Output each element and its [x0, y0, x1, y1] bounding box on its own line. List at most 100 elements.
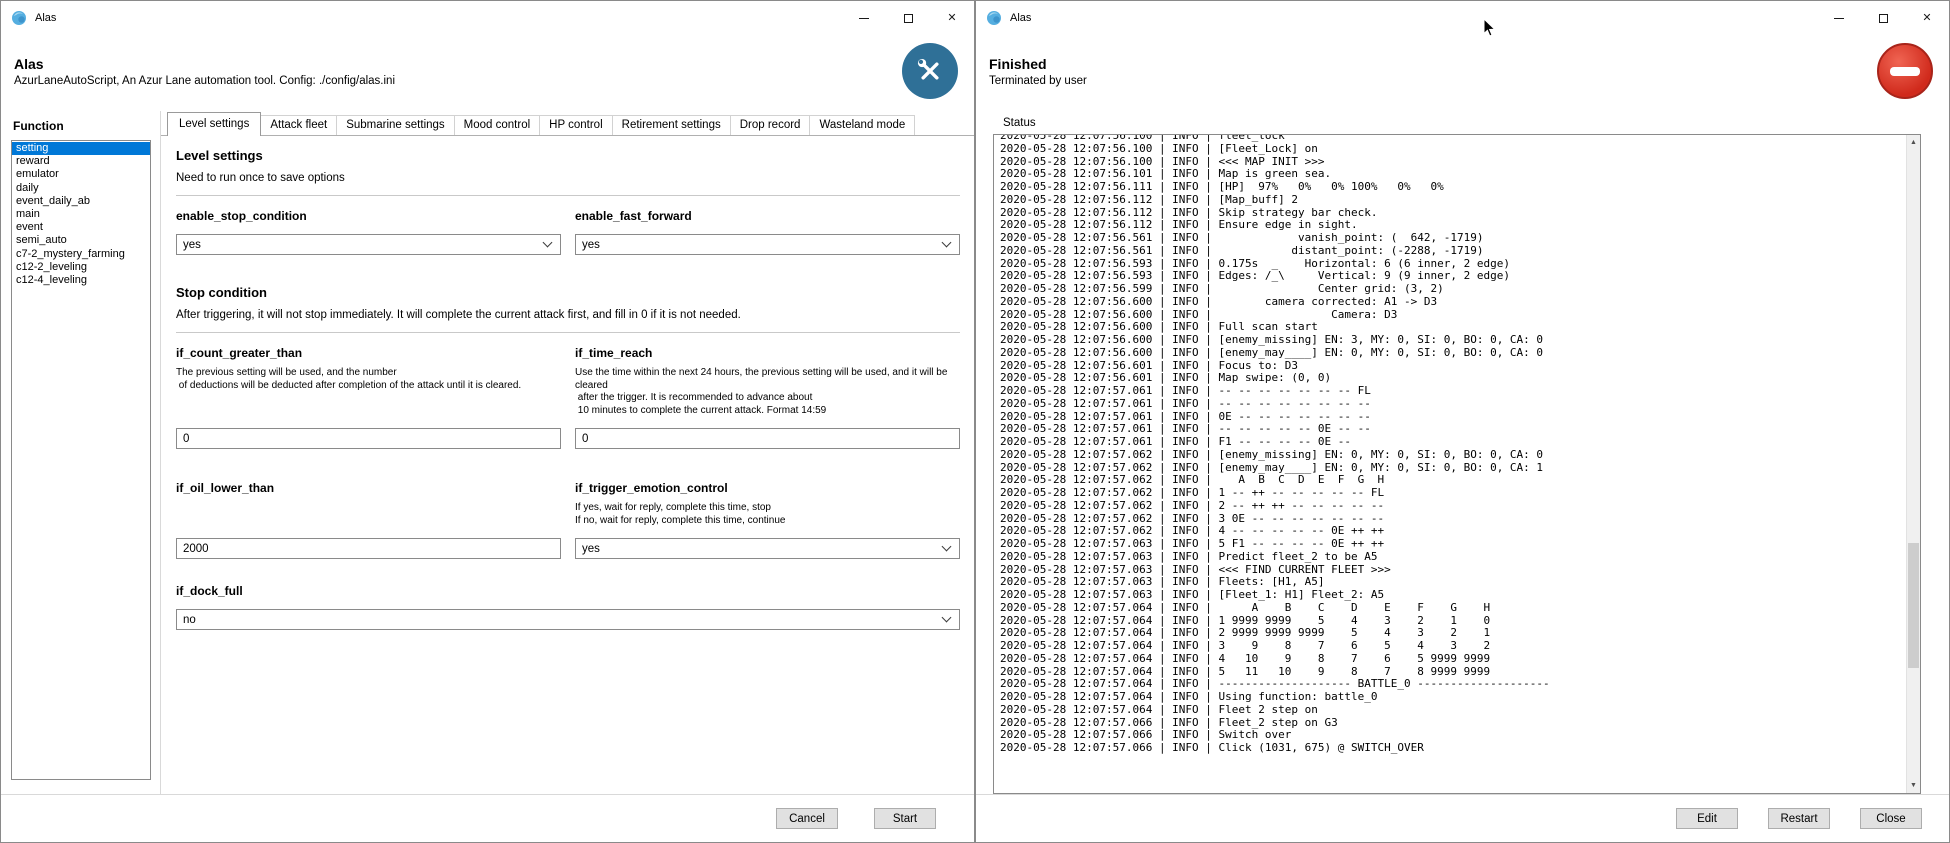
app-subtitle: AzurLaneAutoScript, An Azur Lane automat…	[14, 75, 395, 87]
tab[interactable]: Retirement settings	[612, 115, 731, 135]
section-title: Level settings	[176, 148, 960, 163]
log-line: 2020-05-28 12:07:56.600 | INFO | camera …	[1000, 296, 1902, 309]
field-if-oil-lower-than: if_oil_lower_than 2000	[176, 481, 561, 559]
tab[interactable]: Wasteland mode	[809, 115, 915, 135]
scrollbar[interactable]: ▲ ▼	[1906, 135, 1920, 793]
log-line: 2020-05-28 12:07:56.600 | INFO | [enemy_…	[1000, 347, 1902, 360]
field-desc: The previous setting will be used, and t…	[176, 367, 561, 392]
restart-button[interactable]: Restart	[1768, 808, 1830, 829]
log-line: 2020-05-28 12:07:57.064 | INFO | 3 9 8 7…	[1000, 640, 1902, 653]
log-line: 2020-05-28 12:07:57.062 | INFO | [enemy_…	[1000, 449, 1902, 462]
tab[interactable]: Mood control	[454, 115, 540, 135]
log-line: 2020-05-28 12:07:57.064 | INFO | 4 10 9 …	[1000, 653, 1902, 666]
log-line: 2020-05-28 12:07:57.064 | INFO | Fleet 2…	[1000, 704, 1902, 717]
scrollbar-thumb[interactable]	[1908, 543, 1919, 668]
log-line: 2020-05-28 12:07:56.561 | INFO | distant…	[1000, 245, 1902, 258]
log-line: 2020-05-28 12:07:57.061 | INFO | F1 -- -…	[1000, 436, 1902, 449]
sidebar-item[interactable]: setting	[12, 142, 150, 155]
tab[interactable]: Submarine settings	[336, 115, 454, 135]
chevron-down-icon	[942, 613, 952, 623]
window-title: Alas	[35, 12, 56, 24]
section-subtitle: Need to run once to save options	[176, 172, 960, 184]
left-header: Alas AzurLaneAutoScript, An Azur Lane au…	[1, 35, 974, 111]
stop-condition-desc: After triggering, it will not stop immed…	[176, 309, 960, 321]
right-window: Alas ✕ Finished Terminated by user Statu…	[975, 0, 1950, 843]
log-line: 2020-05-28 12:07:57.063 | INFO | 5 F1 --…	[1000, 538, 1902, 551]
tab[interactable]: Drop record	[730, 115, 811, 135]
minimize-icon[interactable]	[842, 1, 886, 35]
log-line: 2020-05-28 12:07:56.111 | INFO | [HP] 97…	[1000, 181, 1902, 194]
maximize-icon[interactable]	[886, 1, 930, 35]
enable-stop-condition-select[interactable]: yes	[176, 234, 561, 255]
divider	[176, 195, 960, 196]
sidebar-item[interactable]: main	[12, 208, 150, 221]
app-title: Alas	[14, 56, 395, 72]
right-header: Finished Terminated by user	[976, 35, 1949, 111]
log-line: 2020-05-28 12:07:56.561 | INFO | vanish_…	[1000, 232, 1902, 245]
if-count-greater-than-input[interactable]: 0	[176, 428, 561, 449]
if-oil-lower-than-input[interactable]: 2000	[176, 538, 561, 559]
scroll-down-icon[interactable]: ▼	[1907, 778, 1920, 793]
scroll-up-icon[interactable]: ▲	[1907, 135, 1920, 150]
sidebar-item[interactable]: reward	[12, 155, 150, 168]
field-label: if_dock_full	[176, 584, 960, 598]
chevron-down-icon	[942, 542, 952, 552]
tab[interactable]: Attack fleet	[260, 115, 337, 135]
field-enable-fast-forward: enable_fast_forward yes	[575, 209, 960, 255]
sidebar-item[interactable]: daily	[12, 182, 150, 195]
sidebar-item[interactable]: semi_auto	[12, 234, 150, 247]
minimize-icon[interactable]	[1817, 1, 1861, 35]
tab-content: Level settings Need to run once to save …	[161, 136, 974, 794]
log-line: 2020-05-28 12:07:57.061 | INFO | -- -- -…	[1000, 398, 1902, 411]
close-button[interactable]: Close	[1860, 808, 1922, 829]
edit-button[interactable]: Edit	[1676, 808, 1738, 829]
field-if-count-greater-than: if_count_greater_than The previous setti…	[176, 346, 561, 449]
field-label: if_trigger_emotion_control	[575, 481, 960, 495]
sidebar-item[interactable]: event	[12, 221, 150, 234]
sidebar-item[interactable]: event_daily_ab	[12, 195, 150, 208]
field-label: if_time_reach	[575, 346, 960, 360]
close-icon[interactable]: ✕	[930, 1, 974, 35]
enable-fast-forward-select[interactable]: yes	[575, 234, 960, 255]
tab[interactable]: HP control	[539, 115, 612, 135]
function-label: Function	[13, 119, 151, 133]
log-line: 2020-05-28 12:07:57.063 | INFO | Predict…	[1000, 551, 1902, 564]
divider	[176, 332, 960, 333]
sidebar-item[interactable]: emulator	[12, 168, 150, 181]
right-footer: Edit Restart Close	[976, 794, 1949, 842]
log-line: 2020-05-28 12:07:57.063 | INFO | [Fleet_…	[1000, 589, 1902, 602]
field-desc: Use the time within the next 24 hours, t…	[575, 367, 960, 417]
field-label: enable_stop_condition	[176, 209, 561, 223]
tools-badge-icon	[902, 43, 958, 99]
function-listbox: settingrewardemulatordailyevent_daily_ab…	[11, 140, 151, 780]
if-dock-full-select[interactable]: no	[176, 609, 960, 630]
status-subtitle: Terminated by user	[989, 75, 1087, 87]
log-line: 2020-05-28 12:07:56.112 | INFO | [Map_bu…	[1000, 194, 1902, 207]
chevron-down-icon	[942, 238, 952, 248]
sidebar-item[interactable]: c12-2_leveling	[12, 261, 150, 274]
close-icon[interactable]: ✕	[1905, 1, 1949, 35]
log-line: 2020-05-28 12:07:57.062 | INFO | 1 -- ++…	[1000, 487, 1902, 500]
start-button[interactable]: Start	[874, 808, 936, 829]
tab[interactable]: Level settings	[167, 112, 261, 136]
log-panel: 2020-05-28 12:07:56.100 | INFO | fleet_l…	[993, 134, 1921, 794]
log-line: 2020-05-28 12:07:57.066 | INFO | Click (…	[1000, 742, 1902, 755]
chevron-down-icon	[543, 238, 553, 248]
cancel-button[interactable]: Cancel	[776, 808, 838, 829]
field-if-trigger-emotion-control: if_trigger_emotion_control If yes, wait …	[575, 481, 960, 559]
alas-logo-icon	[11, 10, 27, 26]
stop-condition-title: Stop condition	[176, 285, 960, 300]
maximize-icon[interactable]	[1861, 1, 1905, 35]
log-line: 2020-05-28 12:07:57.062 | INFO | 2 -- ++…	[1000, 500, 1902, 513]
field-if-time-reach: if_time_reach Use the time within the ne…	[575, 346, 960, 449]
if-time-reach-input[interactable]: 0	[575, 428, 960, 449]
stop-badge-icon	[1877, 43, 1933, 99]
if-trigger-emotion-control-select[interactable]: yes	[575, 538, 960, 559]
left-window: Alas ✕ Alas AzurLaneAutoScript, An Azur …	[0, 0, 975, 843]
sidebar-item[interactable]: c7-2_mystery_farming	[12, 248, 150, 261]
log-line: 2020-05-28 12:07:56.100 | INFO | [Fleet_…	[1000, 143, 1902, 156]
sidebar-item[interactable]: c12-4_leveling	[12, 274, 150, 287]
window-title: Alas	[1010, 12, 1031, 24]
field-label: if_oil_lower_than	[176, 481, 561, 495]
left-titlebar: Alas ✕	[1, 1, 974, 35]
